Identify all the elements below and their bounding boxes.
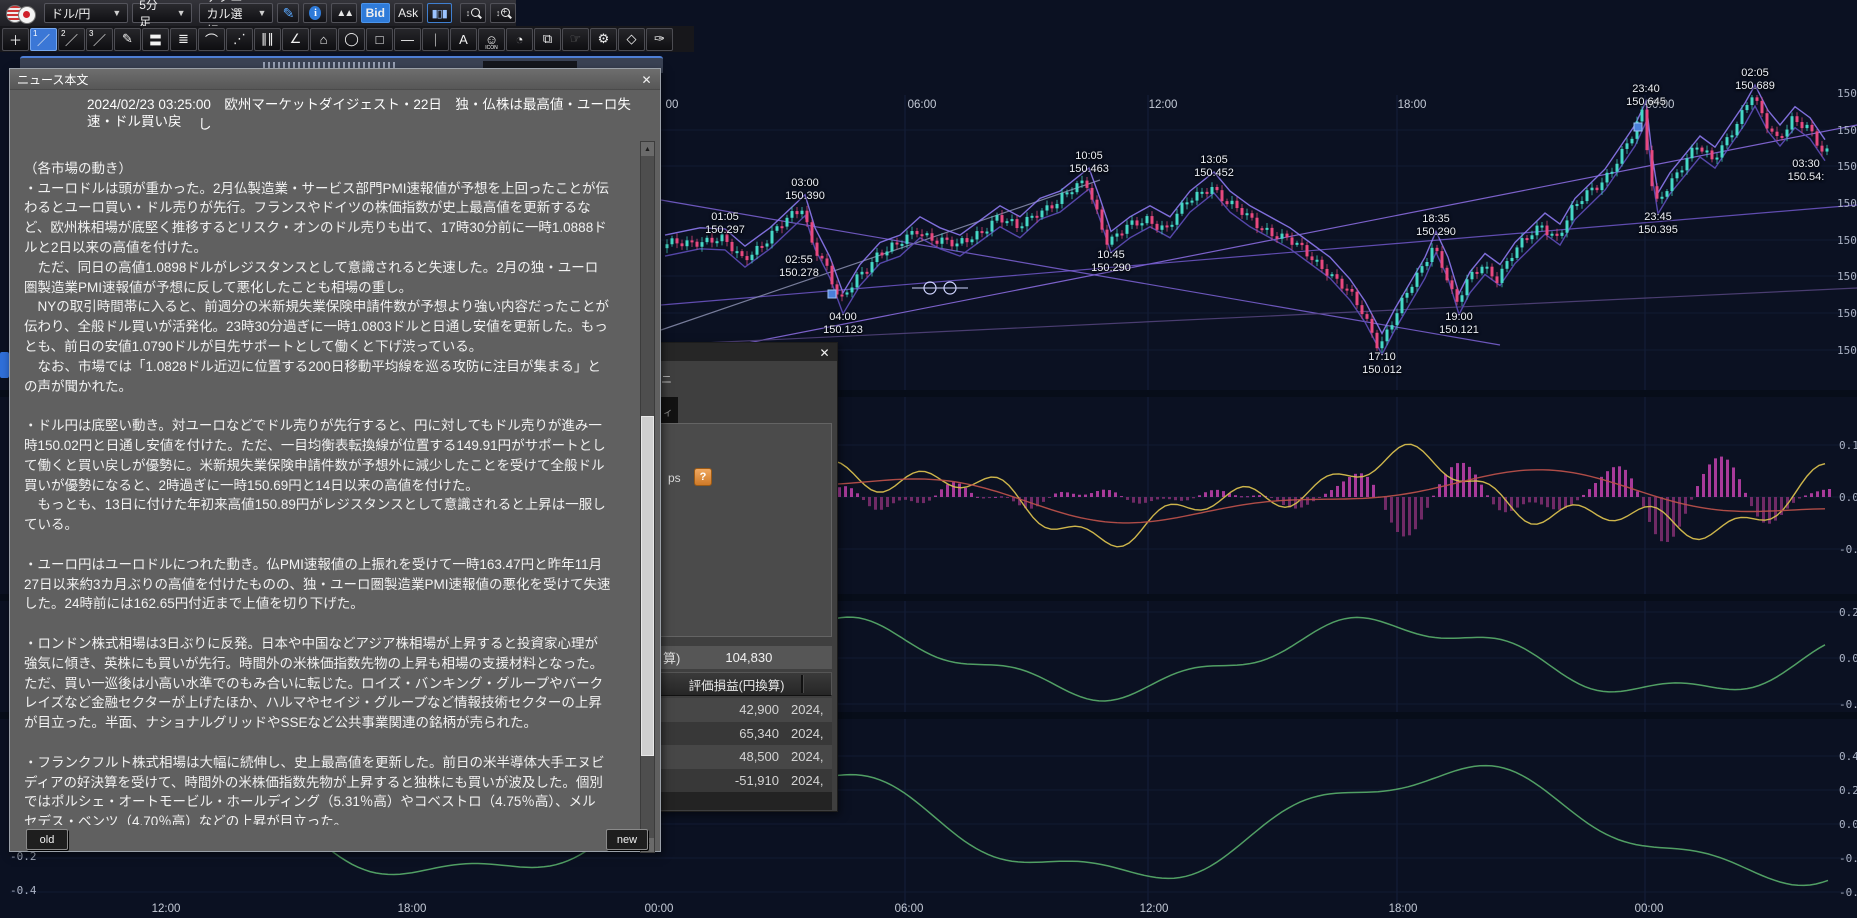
timeframe-select[interactable]: 5分足 ▼ [132, 3, 192, 23]
trendline-tool[interactable]: 1／ [30, 28, 57, 51]
pl-table-header[interactable]: 評価損益(円換算) [659, 672, 832, 696]
gann-fan-tool[interactable]: ∠ [282, 28, 309, 51]
japan-flag-icon [18, 6, 36, 24]
pl-table-row[interactable]: -51,910 2024, [659, 769, 832, 793]
ask-toggle[interactable]: Ask [394, 3, 423, 23]
parallel-lines-tool[interactable]: 〓 [142, 28, 169, 51]
zoom-out-button[interactable]: ↕ [460, 3, 486, 23]
vertical-line-tool[interactable]: ｜ [422, 28, 449, 51]
pl-value: -51,910 [659, 773, 779, 788]
draw-pencil-button[interactable]: ✎ [277, 3, 299, 23]
fibonacci-fan-tool[interactable]: ⋰ [226, 28, 253, 51]
zoom-in-icon: + [501, 8, 510, 19]
zoom-in-button[interactable]: ↕+ [490, 3, 516, 23]
icon-stamp-tool[interactable]: ☺ICON [478, 28, 505, 51]
pentagon-tool[interactable]: ⌂ [310, 28, 337, 51]
news-window-titlebar[interactable]: ニュース本文 [10, 69, 660, 90]
help-icon[interactable]: ? [694, 468, 712, 486]
currency-pair-flags [6, 4, 40, 22]
area-chart-button[interactable]: ▲▲ [331, 3, 357, 23]
scrollbar-thumb[interactable] [641, 416, 654, 756]
pl-table-row[interactable]: 42,900 2024, [659, 698, 832, 722]
info-button[interactable]: i [303, 3, 327, 23]
symbol-select[interactable]: ドル/円 ▼ [44, 3, 128, 23]
candlestick-icon: ▮▯▮ [432, 7, 447, 20]
trade-date-fragment: 2024, [791, 749, 824, 764]
chevron-down-icon: ▼ [112, 8, 121, 18]
trade-date-fragment: 2024, [791, 726, 824, 741]
mountain-icon: ▲▲ [336, 8, 352, 19]
text-tool[interactable]: A [450, 28, 477, 51]
total-pl-value: 104,830 [725, 650, 772, 665]
time-marker-tool[interactable]: ◔ [506, 28, 533, 51]
pl-value: 42,900 [659, 702, 779, 717]
news-headline: 2024/02/23 03:25:00 欧州マーケットダイジェスト・22日 独・… [10, 96, 644, 130]
main-toolbar: ドル/円 ▼ 5分足 ▼ テクニカル選択 ▼ ✎ i ▲▲ Bid Ask ▮▯… [0, 0, 516, 26]
pl-table-body: 42,9002024,65,3402024,48,5002024,-51,910… [659, 698, 832, 792]
bid-toggle[interactable]: Bid [361, 3, 390, 23]
drawing-toolbar: ＋1／2／3／✎〓≣⌒⋰∥∥∠⌂◯□—｜A☺ICON◔⧉☞⚙◇✑ [0, 26, 694, 52]
total-pl-label-fragment: 算) [663, 648, 680, 667]
pl-value: 48,500 [659, 749, 779, 764]
symbol-select-value: ドル/円 [51, 5, 90, 22]
multi-lines-tool[interactable]: ≣ [170, 28, 197, 51]
eraser-tool[interactable]: ◇ [618, 28, 645, 51]
pips-label-fragment: ps [668, 471, 681, 485]
table-footer-band [659, 792, 832, 810]
trade-date-fragment: 2024, [791, 702, 824, 717]
order-settings-panel: ps ? [659, 423, 832, 637]
old-button[interactable]: old [26, 829, 68, 850]
left-edge-widget[interactable] [0, 352, 9, 378]
fibonacci-retracement-tool[interactable]: ∥∥ [254, 28, 281, 51]
position-window-tab[interactable]: ィ [658, 397, 678, 425]
pl-table-row[interactable]: 65,340 2024, [659, 722, 832, 746]
copy-object-tool[interactable]: ⧉ [534, 28, 561, 51]
settings-wrench-tool[interactable]: ⚙ [590, 28, 617, 51]
pencil-ruler-tool[interactable]: ✎ [114, 28, 141, 51]
total-pl-row: 算) 104,830 [659, 646, 832, 669]
close-icon[interactable]: ✕ [817, 345, 832, 360]
candle-chart-button[interactable]: ▮▯▮ [427, 3, 452, 23]
pan-hand-tool[interactable]: ☞ [562, 28, 589, 51]
vertical-arrows-icon: ↕ [496, 8, 501, 18]
horizontal-line-tool[interactable]: — [394, 28, 421, 51]
news-body-text: （各市場の動き） ・ユーロドルは頭が重かった。2月仏製造業・サービス部門PMI速… [24, 139, 636, 825]
hidden-label-fragment: ニ [661, 371, 672, 387]
pencil-icon: ✎ [283, 5, 295, 22]
pl-table-row[interactable]: 48,500 2024, [659, 745, 832, 769]
news-window-title: ニュース本文 [17, 71, 88, 88]
zoom-out-icon [471, 8, 480, 19]
scroll-up-icon[interactable]: ▲ [641, 142, 654, 156]
link-tool[interactable]: ✑ [646, 28, 673, 51]
news-window: ニュース本文 ✕ 2024/02/23 03:25:00 欧州マーケットダイジェ… [9, 68, 661, 852]
chevron-down-icon: ▼ [177, 8, 186, 18]
news-scrollbar[interactable]: ▲ ▼ [640, 141, 655, 853]
new-button[interactable]: new [606, 829, 648, 850]
trendline-2-tool[interactable]: 2／ [58, 28, 85, 51]
close-icon[interactable]: ✕ [639, 72, 654, 87]
ellipse-tool[interactable]: ◯ [338, 28, 365, 51]
trade-date-fragment: 2024, [791, 773, 824, 788]
trading-app: { "toolbar": { "symbol": "ドル/円", "timefr… [0, 0, 1857, 913]
fibonacci-arc-tool[interactable]: ⌒ [198, 28, 225, 51]
pl-value: 65,340 [659, 726, 779, 741]
vertical-arrows-icon: ↕ [466, 8, 471, 18]
column-separator [801, 675, 804, 693]
news-headline-wrap: し [198, 113, 212, 133]
rectangle-tool[interactable]: □ [366, 28, 393, 51]
chevron-down-icon: ▼ [258, 8, 267, 18]
trendline-3-tool[interactable]: 3／ [86, 28, 113, 51]
crosshair-tool[interactable]: ＋ [2, 28, 29, 51]
info-icon: i [309, 6, 321, 20]
pl-column-header[interactable]: 評価損益(円換算) [660, 675, 801, 694]
technical-select[interactable]: テクニカル選択 ▼ [199, 3, 273, 23]
